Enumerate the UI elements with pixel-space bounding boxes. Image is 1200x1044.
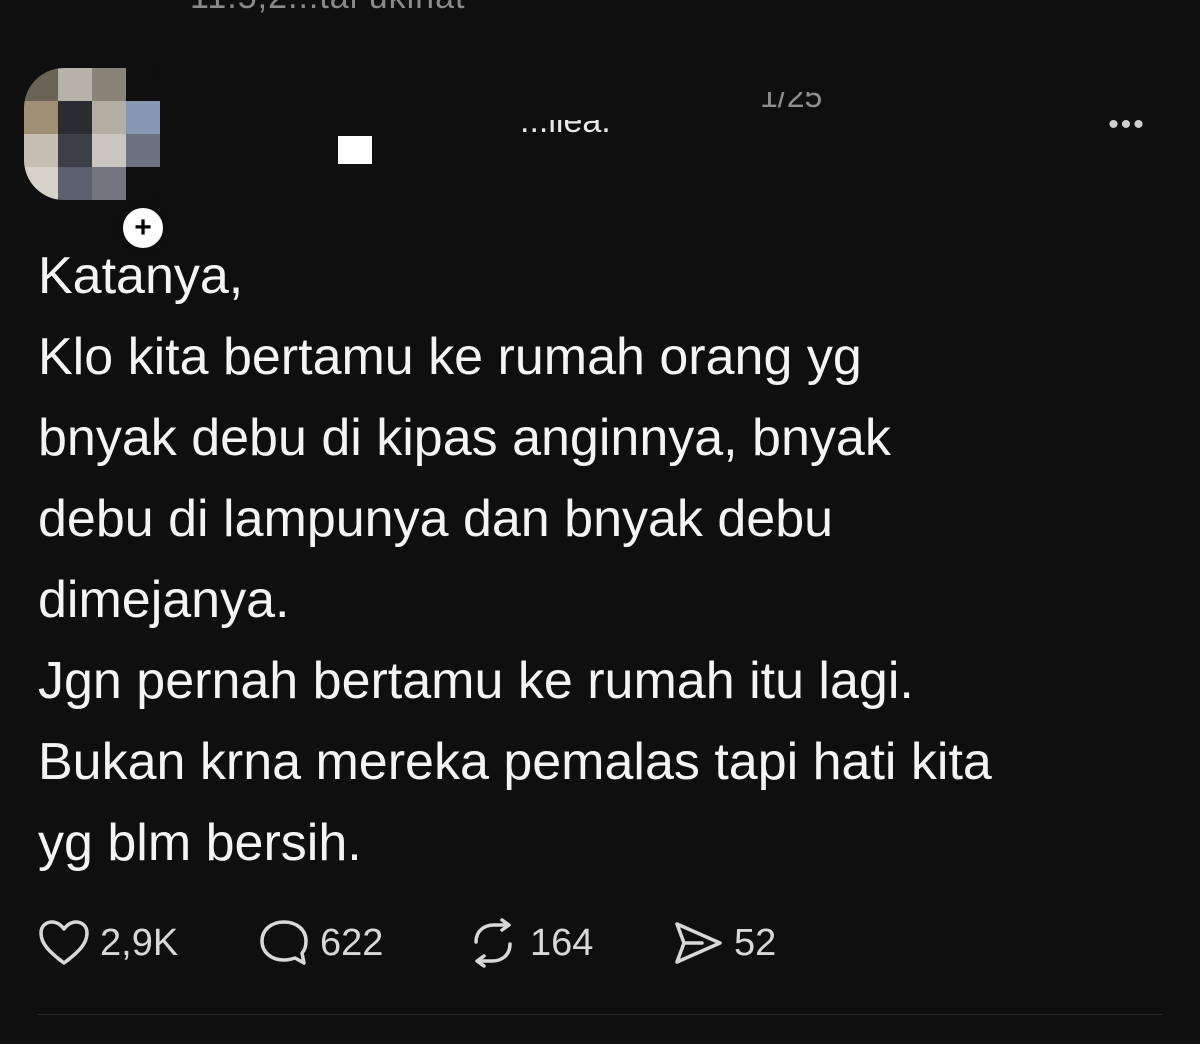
repost-count: 164 — [530, 921, 594, 964]
heart-icon — [39, 920, 89, 965]
share-count: 52 — [734, 921, 777, 964]
ellipsis-icon: ••• — [1108, 108, 1146, 141]
post-line: Bukan krna mereka pemalas tapi hati kita — [38, 733, 992, 791]
divider — [38, 1014, 1162, 1015]
username-text: ...ilea. — [520, 120, 611, 140]
username[interactable]: ...ilea. — [520, 120, 640, 150]
speech-bubble-icon — [260, 920, 308, 965]
like-button[interactable]: 2,9K — [38, 919, 258, 967]
post-line: debu di lampunya dan bnyak debu — [38, 490, 834, 548]
post-line: bnyak debu di kipas anginnya, bnyak — [38, 409, 891, 467]
repost-icon — [474, 918, 512, 968]
repost-button[interactable]: 164 — [466, 918, 672, 968]
post-line: yg blm bersih. — [38, 814, 362, 872]
like-count: 2,9K — [100, 921, 179, 964]
post-text: Katanya, Klo kita bertamu ke rumah orang… — [38, 236, 1158, 884]
send-icon — [675, 922, 722, 964]
post-line: Klo kita bertamu ke rumah orang yg — [38, 328, 862, 386]
post-line: Katanya, — [38, 247, 244, 305]
previous-item-text: 11.5,2..:tal ukinat — [190, 0, 465, 17]
timestamp-text: 1/25 — [760, 92, 823, 114]
reply-count: 622 — [320, 921, 384, 964]
reply-button[interactable]: 622 — [258, 918, 466, 968]
avatar-image — [24, 68, 160, 200]
username-redacted-block — [338, 136, 372, 164]
post-actions: 2,9K 622 164 52 — [38, 915, 812, 971]
share-button[interactable]: 52 — [672, 919, 812, 967]
more-options-button[interactable]: ••• — [1100, 110, 1154, 140]
post-line: dimejanya. — [38, 571, 290, 629]
avatar[interactable]: + — [24, 68, 167, 252]
timestamp: 1/25 — [760, 92, 870, 114]
post-line: Jgn pernah bertamu ke rumah itu lagi. — [38, 652, 914, 710]
